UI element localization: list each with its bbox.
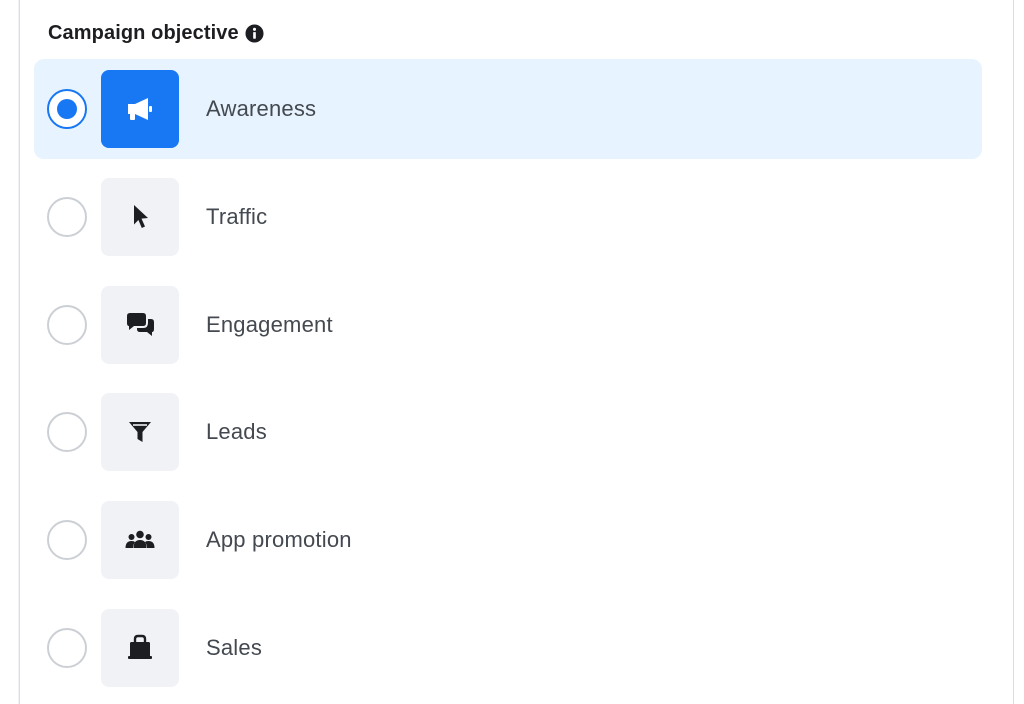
megaphone-icon xyxy=(101,70,179,148)
left-margin xyxy=(0,0,18,704)
option-label: Sales xyxy=(206,635,263,660)
objective-option-awareness[interactable]: Awareness xyxy=(34,59,982,159)
radio-awareness[interactable] xyxy=(47,89,87,129)
chat-bubbles-icon xyxy=(101,286,179,364)
cursor-icon xyxy=(101,178,179,256)
objective-option-app-promotion[interactable]: App promotion xyxy=(34,490,982,590)
option-label: Engagement xyxy=(206,312,333,337)
radio-leads[interactable] xyxy=(47,412,87,452)
shopping-bag-icon xyxy=(101,609,179,687)
funnel-icon xyxy=(101,393,179,471)
section-header: Campaign objective xyxy=(48,22,264,45)
people-group-icon xyxy=(101,501,179,579)
option-label: Awareness xyxy=(206,96,317,121)
radio-selected-dot xyxy=(57,99,77,119)
option-label: Traffic xyxy=(206,204,268,229)
objective-option-traffic[interactable]: Traffic xyxy=(34,167,982,267)
objective-option-sales[interactable]: Sales xyxy=(34,598,982,698)
objective-option-leads[interactable]: Leads xyxy=(34,382,982,482)
info-circle-icon[interactable] xyxy=(245,24,264,43)
objective-option-engagement[interactable]: Engagement xyxy=(34,275,982,375)
radio-app-promotion[interactable] xyxy=(47,520,87,560)
radio-engagement[interactable] xyxy=(47,305,87,345)
right-margin xyxy=(1014,0,1024,704)
option-label: App promotion xyxy=(206,527,352,552)
option-label: Leads xyxy=(206,419,267,444)
radio-sales[interactable] xyxy=(47,628,87,668)
radio-traffic[interactable] xyxy=(47,197,87,237)
section-title: Campaign objective xyxy=(48,22,239,44)
